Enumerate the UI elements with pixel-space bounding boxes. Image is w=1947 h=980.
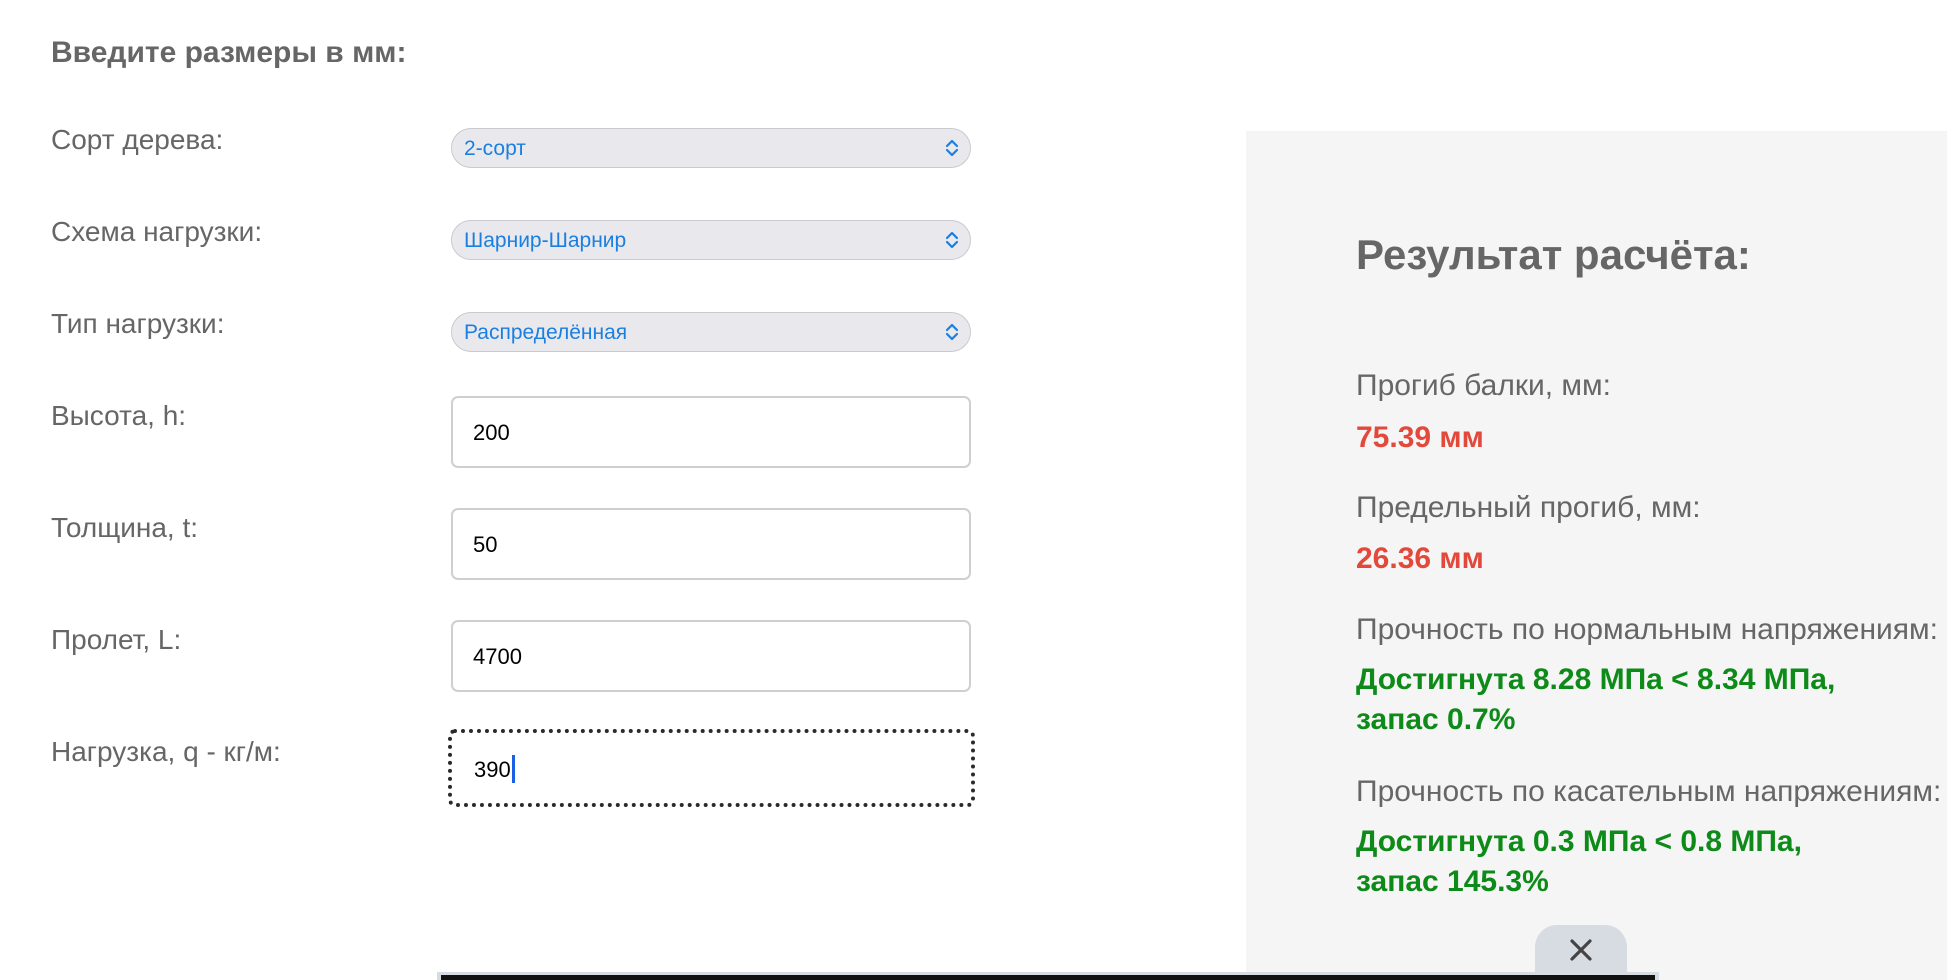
chevron-updown-icon xyxy=(945,323,959,341)
close-icon xyxy=(1570,939,1592,961)
thickness-input[interactable]: 50 xyxy=(451,508,971,580)
bottom-banner xyxy=(441,975,1655,980)
results-panel: Результат расчёта: Прогиб балки, мм: 75.… xyxy=(1246,131,1947,980)
wood-grade-select-value: 2-сорт xyxy=(464,137,526,160)
normal-stress-label: Прочность по нормальным напряжениям: xyxy=(1356,613,1938,646)
shear-stress-label: Прочность по касательным напряжениям: xyxy=(1356,775,1942,808)
shear-stress-result-line1: Достигнута 0.3 МПа < 0.8 МПа, xyxy=(1356,825,1802,858)
normal-stress-result-line2: запас 0.7% xyxy=(1356,703,1516,736)
height-input[interactable]: 200 xyxy=(451,396,971,468)
chevron-updown-icon xyxy=(945,139,959,157)
thickness-label: Толщина, t: xyxy=(51,512,199,543)
height-label: Высота, h: xyxy=(51,400,187,431)
limit-deflection-value: 26.36 мм xyxy=(1356,542,1484,575)
load-input[interactable]: 390 xyxy=(448,729,975,807)
deflection-label: Прогиб балки, мм: xyxy=(1356,369,1611,402)
deflection-value: 75.39 мм xyxy=(1356,421,1484,454)
load-type-label: Тип нагрузки: xyxy=(51,308,225,339)
wood-grade-select[interactable]: 2-сорт xyxy=(451,128,971,168)
load-scheme-select[interactable]: Шарнир-Шарнир xyxy=(451,220,971,260)
load-type-select[interactable]: Распределённая xyxy=(451,312,971,352)
close-button[interactable] xyxy=(1535,925,1627,977)
span-input-value: 4700 xyxy=(473,644,522,669)
load-label: Нагрузка, q - кг/м: xyxy=(51,736,281,767)
wood-grade-label: Сорт дерева: xyxy=(51,124,224,155)
chevron-updown-icon xyxy=(945,231,959,249)
height-input-value: 200 xyxy=(473,420,510,445)
normal-stress-result: Достигнута 8.28 МПа < 8.34 МПа, запас 0.… xyxy=(1356,660,1835,740)
shear-stress-result: Достигнута 0.3 МПа < 0.8 МПа, запас 145.… xyxy=(1356,822,1802,902)
thickness-input-value: 50 xyxy=(473,532,498,557)
load-input-text: 390 xyxy=(474,755,515,783)
limit-deflection-label: Предельный прогиб, мм: xyxy=(1356,491,1701,524)
load-type-select-value: Распределённая xyxy=(464,321,628,344)
normal-stress-result-line1: Достигнута 8.28 МПа < 8.34 МПа, xyxy=(1356,663,1836,696)
shear-stress-result-line2: запас 145.3% xyxy=(1356,865,1549,898)
span-label: Пролет, L: xyxy=(51,624,182,655)
load-scheme-label: Схема нагрузки: xyxy=(51,216,263,247)
form-heading: Введите размеры в мм: xyxy=(51,36,407,69)
load-scheme-select-value: Шарнир-Шарнир xyxy=(464,229,627,252)
text-caret xyxy=(511,755,515,783)
span-input[interactable]: 4700 xyxy=(451,620,971,692)
load-input-value: 390 xyxy=(474,757,511,782)
results-title: Результат расчёта: xyxy=(1356,231,1751,278)
